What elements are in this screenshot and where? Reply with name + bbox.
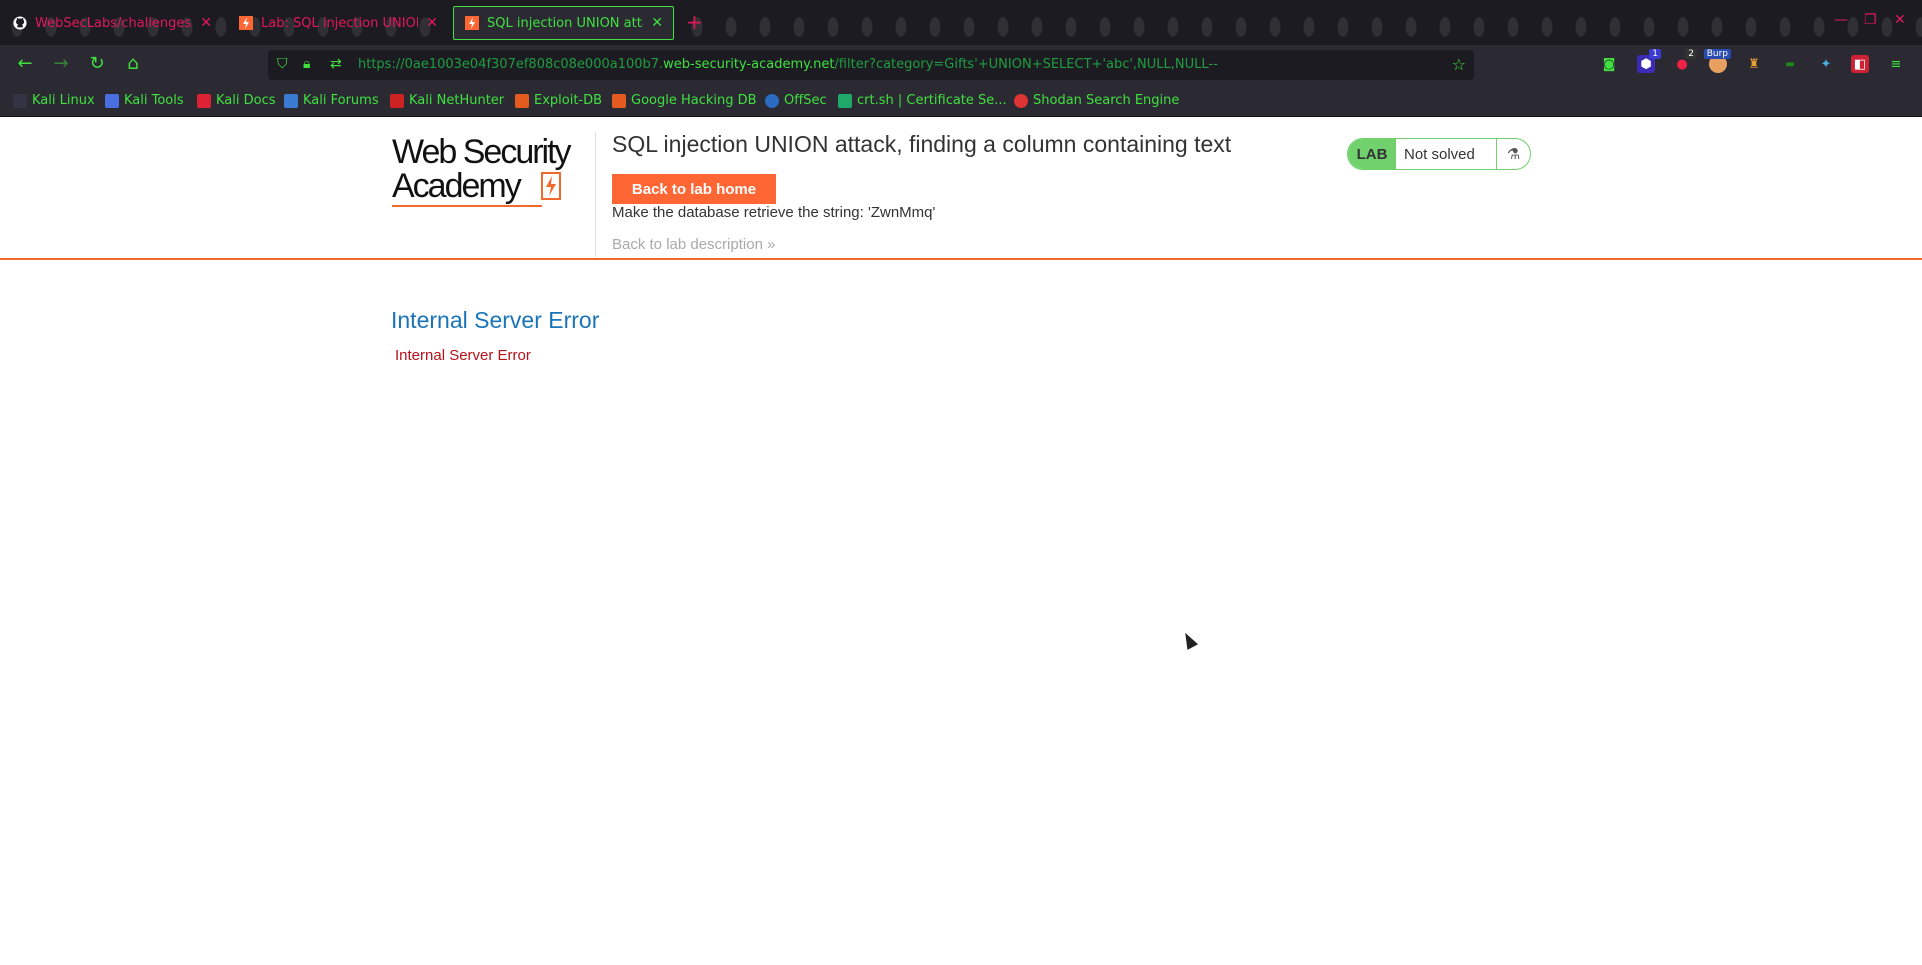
url-text[interactable]: https://0ae1003e04f307ef808c08e000a100b7… xyxy=(358,57,1218,72)
header-divider xyxy=(595,132,596,257)
bookmark-kali-docs[interactable]: Kali Docs xyxy=(197,93,276,108)
bookmark-label: Exploit-DB xyxy=(534,93,603,108)
extension-shield-icon[interactable]: ⬢ 1 xyxy=(1637,49,1661,73)
bookmark-shodan[interactable]: Shodan Search Engine xyxy=(1014,93,1179,108)
github-icon xyxy=(12,16,27,31)
bookmark-star-icon[interactable]: ☆ xyxy=(1452,55,1466,74)
back-to-lab-description-link[interactable]: Back to lab description » xyxy=(612,236,775,253)
tab-title: WebSecLabs/challenges/sq xyxy=(35,15,192,31)
shodan-icon xyxy=(1014,93,1028,108)
extension-puzzle-icon[interactable]: ✦ xyxy=(1817,55,1835,73)
tab-title: SQL injection UNION attack xyxy=(487,15,643,31)
shield-icon[interactable]: ⛉ xyxy=(277,56,288,72)
mouse-cursor xyxy=(1179,630,1199,650)
bookmark-offsec[interactable]: OffSec xyxy=(765,93,827,108)
offsec-icon xyxy=(765,93,779,108)
exploit-db-icon xyxy=(515,93,529,108)
ghdb-icon xyxy=(612,93,626,108)
portswigger-icon xyxy=(464,16,479,31)
navigation-bar: ← → ↻ ⌂ ⛉ 🔒︎ ⇄ https://0ae1003e04f307ef8… xyxy=(0,45,1922,85)
tab-sql-injection-active[interactable]: SQL injection UNION attack ✕ xyxy=(453,6,674,40)
error-heading: Internal Server Error xyxy=(391,307,600,333)
new-tab-plus-icon[interactable]: + xyxy=(686,10,703,34)
window-close-icon[interactable]: ✕ xyxy=(1894,12,1906,28)
menu-hamburger-icon[interactable]: ≡ xyxy=(1887,55,1905,73)
url-prefix: https://0ae1003e04f307ef808c08e000a100b7… xyxy=(358,57,664,72)
bookmark-kali-tools[interactable]: Kali Tools xyxy=(105,93,184,108)
web-security-academy-logo[interactable]: Web Security Academy xyxy=(392,133,572,207)
bookmark-exploit-db[interactable]: Exploit-DB xyxy=(515,93,602,108)
extension-spy-icon[interactable]: ♜ xyxy=(1745,55,1763,73)
bookmark-label: Kali Linux xyxy=(32,93,95,108)
tab-bar: WebSecLabs/challenges/sq ✕ Lab: SQL inje… xyxy=(0,0,1922,45)
extension-ip-icon[interactable]: ▬ xyxy=(1781,55,1799,73)
bookmark-label: Google Hacking DB xyxy=(631,93,757,108)
extension-colors-icon[interactable]: ◧ xyxy=(1851,55,1869,73)
permissions-icon[interactable]: ⇄ xyxy=(330,56,342,72)
flask-icon: ⚗ xyxy=(1496,139,1530,169)
url-path: /filter?category=Gifts'+UNION+SELECT+'ab… xyxy=(834,57,1218,72)
close-icon[interactable]: ✕ xyxy=(426,15,438,31)
tab-title: Lab: SQL injection UNION xyxy=(261,15,419,31)
bookmark-google-hacking-db[interactable]: Google Hacking DB xyxy=(612,93,757,108)
logo-line-1: Web Security xyxy=(392,133,572,171)
kali-tools-icon xyxy=(105,93,119,108)
bookmark-kali-forums[interactable]: Kali Forums xyxy=(284,93,379,108)
restore-icon[interactable]: ❐ xyxy=(1864,12,1877,28)
crt-sh-icon xyxy=(838,93,852,108)
double-chevron-right-icon: » xyxy=(767,236,776,253)
bookmark-label: Shodan Search Engine xyxy=(1033,93,1180,108)
forward-arrow-icon[interactable]: → xyxy=(49,53,73,74)
extension-cookie-icon[interactable]: ● 2 xyxy=(1673,49,1697,73)
address-bar[interactable]: ⛉ 🔒︎ ⇄ https://0ae1003e04f307ef808c08e00… xyxy=(268,50,1474,80)
bookmark-kali-linux[interactable]: Kali Linux xyxy=(13,93,95,108)
lightning-bolt-icon xyxy=(541,172,561,200)
bookmarks-toolbar: Kali Linux Kali Tools Kali Docs Kali For… xyxy=(0,85,1922,117)
back-to-lab-home-button[interactable]: Back to lab home xyxy=(612,174,776,204)
kali-docs-icon xyxy=(197,93,211,108)
lab-label: LAB xyxy=(1348,139,1396,169)
home-icon[interactable]: ⌂ xyxy=(121,53,145,74)
bookmark-label: Kali Docs xyxy=(216,93,276,108)
extension-badge: 2 xyxy=(1685,49,1697,59)
lab-title: SQL injection UNION attack, finding a co… xyxy=(612,131,1232,157)
url-host: web-security-academy.net xyxy=(663,57,835,72)
back-to-lab-description-label: Back to lab description xyxy=(612,236,763,253)
bookmark-label: Kali NetHunter xyxy=(409,93,505,108)
bookmark-label: OffSec xyxy=(784,93,827,108)
bookmark-label: Kali Tools xyxy=(124,93,184,108)
error-message: Internal Server Error xyxy=(395,347,531,364)
close-icon[interactable]: ✕ xyxy=(200,15,212,31)
reload-icon[interactable]: ↻ xyxy=(85,53,109,74)
lab-objective: Make the database retrieve the string: '… xyxy=(612,204,936,221)
kali-dragon-icon xyxy=(13,93,27,108)
tab-lab-sql-injection[interactable]: Lab: SQL injection UNION ✕ xyxy=(228,6,448,40)
bookmark-kali-nethunter[interactable]: Kali NetHunter xyxy=(390,93,504,108)
back-arrow-icon[interactable]: ← xyxy=(13,53,37,74)
bookmark-label: Kali Forums xyxy=(303,93,379,108)
extension-badge: Burp xyxy=(1703,49,1731,59)
tab-websec-labs[interactable]: WebSecLabs/challenges/sq ✕ xyxy=(2,6,222,40)
logo-underline xyxy=(392,205,542,207)
kali-nethunter-icon xyxy=(390,93,404,108)
lab-status-widget: LAB Not solved ⚗ xyxy=(1347,138,1531,170)
bookmark-label: crt.sh | Certificate Se... xyxy=(857,93,1007,108)
lab-status-text: Not solved xyxy=(1404,145,1475,163)
lock-icon[interactable]: 🔒︎ xyxy=(303,56,310,72)
pocket-icon[interactable]: ◙ xyxy=(1600,55,1618,73)
burp-extension-icon[interactable]: Burp xyxy=(1703,49,1731,73)
portswigger-icon xyxy=(238,16,253,31)
close-icon[interactable]: ✕ xyxy=(651,15,663,31)
kali-forums-icon xyxy=(284,93,298,108)
extension-badge: 1 xyxy=(1649,49,1661,59)
minimize-icon[interactable]: — xyxy=(1834,12,1848,28)
header-bottom-rule xyxy=(0,258,1922,260)
page-content: Web Security Academy SQL injection UNION… xyxy=(0,117,1922,965)
bookmark-crt-sh[interactable]: crt.sh | Certificate Se... xyxy=(838,93,1007,108)
